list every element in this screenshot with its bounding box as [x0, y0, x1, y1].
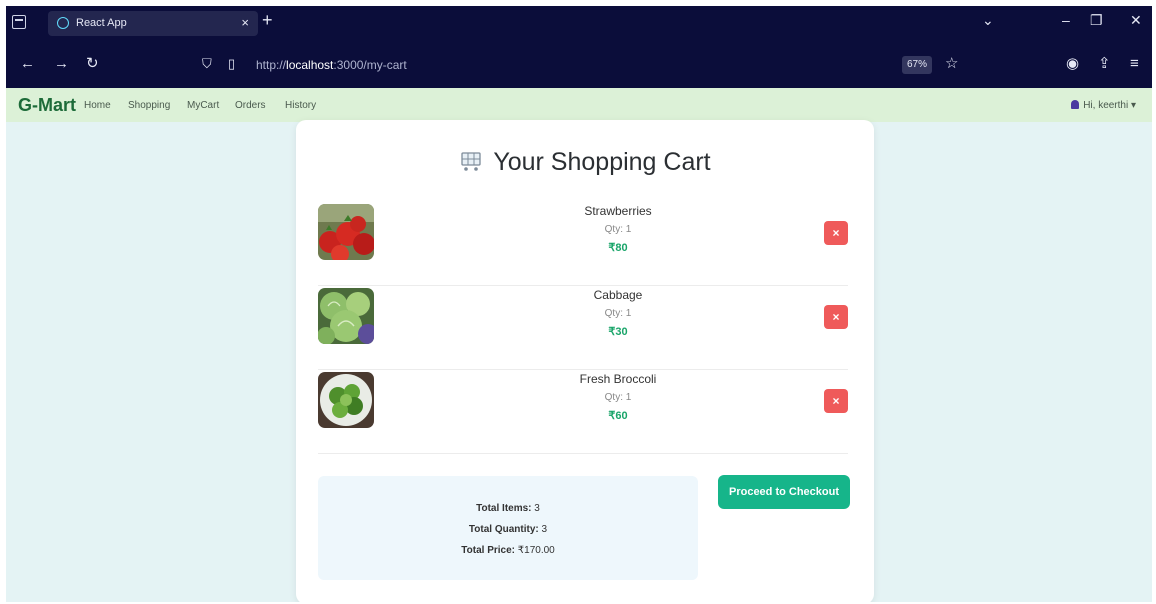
remove-item-button[interactable]: × — [824, 305, 848, 329]
nav-link-home[interactable]: Home — [84, 100, 111, 111]
user-icon — [1071, 100, 1080, 109]
react-logo-icon — [57, 17, 69, 29]
tab-close-icon[interactable]: × — [241, 15, 249, 30]
restore-icon[interactable]: ❐ — [1090, 12, 1103, 29]
item-quantity: Qty: 1 — [604, 308, 632, 319]
item-quantity: Qty: 1 — [604, 224, 632, 235]
total-items: Total Items: 3 — [476, 503, 540, 514]
zoom-level[interactable]: 67% — [902, 56, 932, 74]
cart-item: Cabbage Qty: 1 ₹30 × — [318, 288, 848, 370]
chevron-down-icon[interactable]: ⌄ — [982, 12, 994, 29]
extensions-icon[interactable]: ⇪ — [1098, 56, 1111, 71]
item-price: ₹30 — [608, 326, 628, 338]
divider — [318, 369, 848, 370]
url-text[interactable]: http://localhost:3000/my-cart — [256, 58, 407, 72]
item-quantity: Qty: 1 — [604, 392, 632, 403]
tab-list-icon[interactable] — [12, 15, 26, 29]
page-icon: ▯ — [228, 56, 236, 71]
item-name: Cabbage — [593, 288, 643, 302]
brand-logo[interactable]: G-Mart — [18, 95, 76, 116]
new-tab-icon[interactable]: + — [262, 10, 273, 31]
nav-link-orders[interactable]: Orders — [235, 100, 266, 111]
shopping-cart-icon — [459, 150, 483, 179]
shield-icon[interactable]: ⛉ — [202, 57, 212, 70]
cart-item: Strawberries Qty: 1 ₹80 × — [318, 204, 848, 286]
reload-icon[interactable]: ↻ — [86, 56, 99, 71]
strawberries-image — [318, 204, 374, 260]
nav-link-shopping[interactable]: Shopping — [128, 100, 170, 111]
cart-title: Your Shopping Cart — [493, 148, 711, 176]
nav-link-history[interactable]: History — [285, 100, 316, 111]
user-menu[interactable]: Hi, keerthi ▾ — [1071, 100, 1136, 111]
cart-item: Fresh Broccoli Qty: 1 ₹60 × — [318, 372, 848, 454]
total-price: Total Price: ₹170.00 — [461, 545, 555, 556]
proceed-to-checkout-button[interactable]: Proceed to Checkout — [718, 475, 850, 509]
cart-summary: Total Items: 3 Total Quantity: 3 Total P… — [318, 476, 698, 580]
tab-strip: React App × + ⌄ – ❐ ✕ — [6, 6, 1152, 41]
cart-card: Your Shopping Cart Strawberries Qty: 1 ₹… — [296, 120, 874, 602]
divider — [318, 285, 848, 286]
minimize-icon[interactable]: – — [1062, 12, 1070, 28]
navigation-bar: ← → ↻ ⛉ ▯ http://localhost:3000/my-cart … — [6, 41, 1152, 88]
nav-link-mycart[interactable]: MyCart — [187, 100, 219, 111]
browser-tab[interactable]: React App × — [48, 11, 258, 36]
item-info: Strawberries Qty: 1 ₹80 — [468, 204, 768, 254]
account-icon[interactable]: ◉ — [1066, 56, 1079, 71]
item-price: ₹60 — [608, 410, 628, 422]
close-icon[interactable]: ✕ — [1130, 12, 1142, 29]
remove-item-button[interactable]: × — [824, 221, 848, 245]
forward-arrow-icon[interactable]: → — [54, 56, 69, 71]
item-info: Cabbage Qty: 1 ₹30 — [468, 288, 768, 338]
item-price: ₹80 — [608, 242, 628, 254]
item-name: Fresh Broccoli — [579, 372, 657, 386]
bookmark-star-icon[interactable]: ☆ — [945, 56, 958, 71]
tab-title: React App — [76, 17, 127, 29]
address-bar[interactable]: ⛉ ▯ http://localhost:3000/my-cart 67% ☆ — [202, 51, 962, 79]
menu-icon[interactable]: ≡ — [1130, 56, 1139, 71]
divider — [318, 453, 848, 454]
back-arrow-icon[interactable]: ← — [20, 56, 35, 71]
broccoli-image — [318, 372, 374, 428]
app-header: G-Mart Home Shopping MyCart Orders Histo… — [6, 88, 1152, 122]
cart-heading: Your Shopping Cart — [296, 148, 874, 179]
item-info: Fresh Broccoli Qty: 1 ₹60 — [468, 372, 768, 422]
cabbage-image — [318, 288, 374, 344]
total-quantity: Total Quantity: 3 — [468, 524, 548, 535]
browser-window: React App × + ⌄ – ❐ ✕ ← → ↻ ⛉ ▯ http://l… — [6, 6, 1152, 602]
item-name: Strawberries — [584, 204, 652, 218]
remove-item-button[interactable]: × — [824, 389, 848, 413]
